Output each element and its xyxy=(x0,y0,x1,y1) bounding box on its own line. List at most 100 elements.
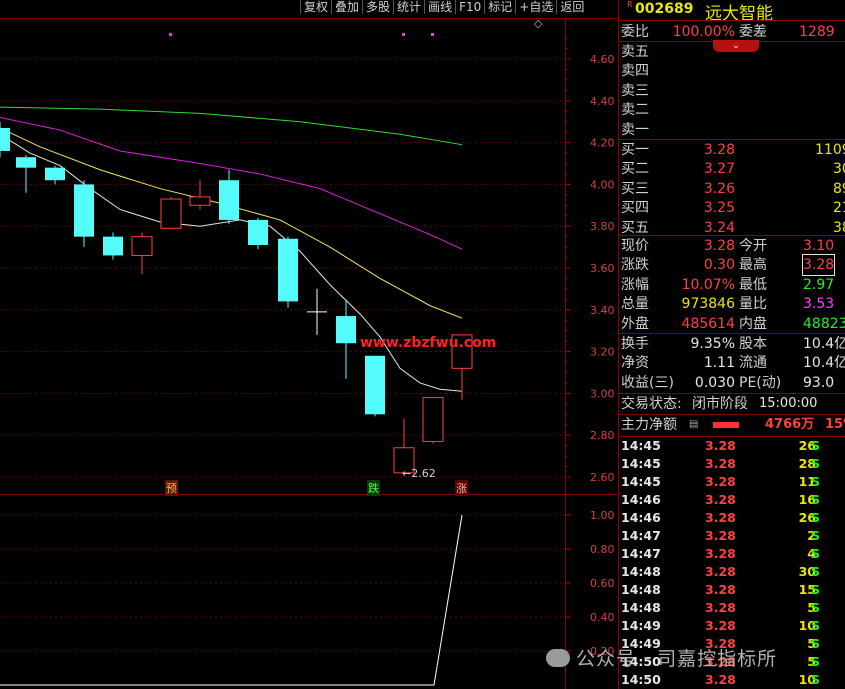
indicator-tick-label: 0.40 xyxy=(590,611,615,624)
stat-value: 488232 xyxy=(803,315,845,332)
trade-status-row: 交易状态: 闭市阶段 15:00:00 xyxy=(619,394,845,414)
candle-body xyxy=(219,180,239,220)
sell-label: 卖一 xyxy=(621,121,649,138)
stat-value: 3.28 xyxy=(703,238,735,254)
toolbar-fanhui[interactable]: 返回 xyxy=(556,0,588,14)
signal-dot xyxy=(431,33,434,36)
stat2-value: 1.11 xyxy=(703,355,735,372)
stat-value: 485614 xyxy=(681,315,735,332)
weibi-value: 100.00% xyxy=(672,24,735,40)
stat-label: 最高 xyxy=(739,257,767,274)
trade-price: 3.28 xyxy=(705,456,736,471)
stock-code: 002689 xyxy=(635,1,694,17)
trade-row: 14:48 3.28 30 S xyxy=(619,563,845,581)
indicator-tick-label: 0.80 xyxy=(590,543,615,556)
stat-row: 外盘 485614 内盘 488232 xyxy=(619,314,845,334)
trade-price: 3.28 xyxy=(705,438,736,453)
candle-body xyxy=(248,219,268,246)
trade-time: 14:48 xyxy=(621,582,661,597)
candle-body xyxy=(422,397,444,442)
stat-row: 涨跌 0.30 最高 3.28 xyxy=(619,254,845,277)
toolbar-huaxian[interactable]: 画线 xyxy=(424,0,456,14)
indicator-line xyxy=(0,514,463,686)
trade-direction: S xyxy=(811,636,821,651)
signal-dot xyxy=(169,33,172,36)
trade-time: 14:47 xyxy=(621,528,661,543)
footer-watermark-text: 公众号 · 司嘉控指标所 xyxy=(576,648,778,670)
trade-row: 14:45 3.28 28 S xyxy=(619,455,845,473)
candle-body xyxy=(74,184,94,237)
toolbar-f10[interactable]: F10 xyxy=(455,0,485,14)
buy-price: 3.28 xyxy=(703,142,735,158)
trade-time: 14:46 xyxy=(621,492,661,507)
trade-direction: S xyxy=(811,546,821,561)
trade-direction: S xyxy=(811,654,821,669)
trade-direction: S xyxy=(811,438,821,453)
toolbar-duogu[interactable]: 多股 xyxy=(362,0,394,14)
stat-label: 涨跌 xyxy=(621,257,649,274)
stat2-row: 收益(三) 0.030 PE(动) 93.0 xyxy=(619,373,845,393)
candle-body xyxy=(336,316,356,344)
trade-time: 14:45 xyxy=(621,474,661,489)
trade-direction: S xyxy=(811,510,821,525)
diamond-icon[interactable]: ◇ xyxy=(534,17,542,30)
trade-time: 14:45 xyxy=(621,456,661,471)
weicha-label: 委差 xyxy=(739,24,767,40)
price-tick-label: 3.20 xyxy=(590,346,615,359)
sell-row: 卖一 xyxy=(619,120,845,140)
main-net-row: 主力净额 ▤ 4766万 15% xyxy=(619,415,845,435)
trade-direction: S xyxy=(811,474,821,489)
buy-label: 买二 xyxy=(621,161,649,178)
trade-direction: S xyxy=(811,618,821,633)
kline-chart[interactable]: 4.60 4.40 4.20 4.00 3.80 3.60 3.40 3.20 3.00 2.80… xyxy=(0,0,618,689)
footer-watermark: 公众号 · 司嘉控指标所 xyxy=(546,644,777,671)
trade-row: 14:47 3.28 4 S xyxy=(619,545,845,563)
stat2-value: 9.35% xyxy=(690,336,735,352)
trade-time: 14:47 xyxy=(621,546,661,561)
trade-time: 14:46 xyxy=(621,510,661,525)
trade-direction: S xyxy=(811,582,821,597)
buy-price: 3.27 xyxy=(703,161,735,178)
stat2-label: 净资 xyxy=(621,355,649,372)
toolbar-tongji[interactable]: 统计 xyxy=(393,0,425,14)
price-tick-label: 2.60 xyxy=(590,471,615,484)
buy-price: 3.25 xyxy=(703,200,735,217)
stat-label: 最低 xyxy=(739,276,767,293)
buy-row: 买三 3.26 890 xyxy=(619,179,845,199)
ma-line-white xyxy=(0,133,463,392)
stat-label: 今开 xyxy=(739,238,767,254)
main-net-bar xyxy=(713,422,739,428)
top-toolbar: 复权 叠加 多股 统计 画线 F10 标记 +自选 返回 xyxy=(300,0,588,14)
trade-time: 14:50 xyxy=(621,672,661,687)
sell-row: 卖五 xyxy=(619,42,845,62)
trade-status-label: 交易状态: xyxy=(621,396,682,412)
main-net-pct: 15% xyxy=(825,417,845,432)
trade-direction: S xyxy=(811,528,821,543)
stat-label: 总量 xyxy=(621,296,649,313)
stat2-label: 股本 xyxy=(739,336,767,352)
toolbar-fuquan[interactable]: 复权 xyxy=(300,0,332,14)
trade-price: 3.28 xyxy=(705,600,736,615)
trade-price: 3.28 xyxy=(705,618,736,633)
stat2-label: 流通 xyxy=(739,355,767,372)
stat2-row: 净资 1.11 流通 10.4亿 xyxy=(619,353,845,373)
ma-line-green xyxy=(0,106,463,146)
stat2-value: 10.4亿 xyxy=(803,336,845,352)
candle-body xyxy=(160,198,182,229)
list-icon[interactable]: ▤ xyxy=(689,415,698,435)
stat-value: 2.97 xyxy=(803,276,835,293)
price-tick-label: 4.20 xyxy=(590,137,615,150)
trade-row: 14:46 3.28 26 S xyxy=(619,509,845,527)
trade-direction: S xyxy=(811,456,821,471)
weibi-row: 委比 100.00% 委差 1289 xyxy=(619,22,845,42)
stat-label: 内盘 xyxy=(739,315,767,332)
trade-time: 14:48 xyxy=(621,600,661,615)
marker-yu: 预 xyxy=(165,480,178,496)
toolbar-diejia[interactable]: 叠加 xyxy=(331,0,363,14)
toolbar-zixuan[interactable]: +自选 xyxy=(515,0,557,14)
candle-body xyxy=(16,157,36,168)
sell-label: 卖二 xyxy=(621,102,649,119)
toolbar-biaoji[interactable]: 标记 xyxy=(484,0,516,14)
price-tick-label: 3.60 xyxy=(590,262,615,275)
quote-panel: R 002689 远大智能 委比 100.00% 委差 1289 ⌄ 卖五 卖四卖… xyxy=(618,0,845,689)
